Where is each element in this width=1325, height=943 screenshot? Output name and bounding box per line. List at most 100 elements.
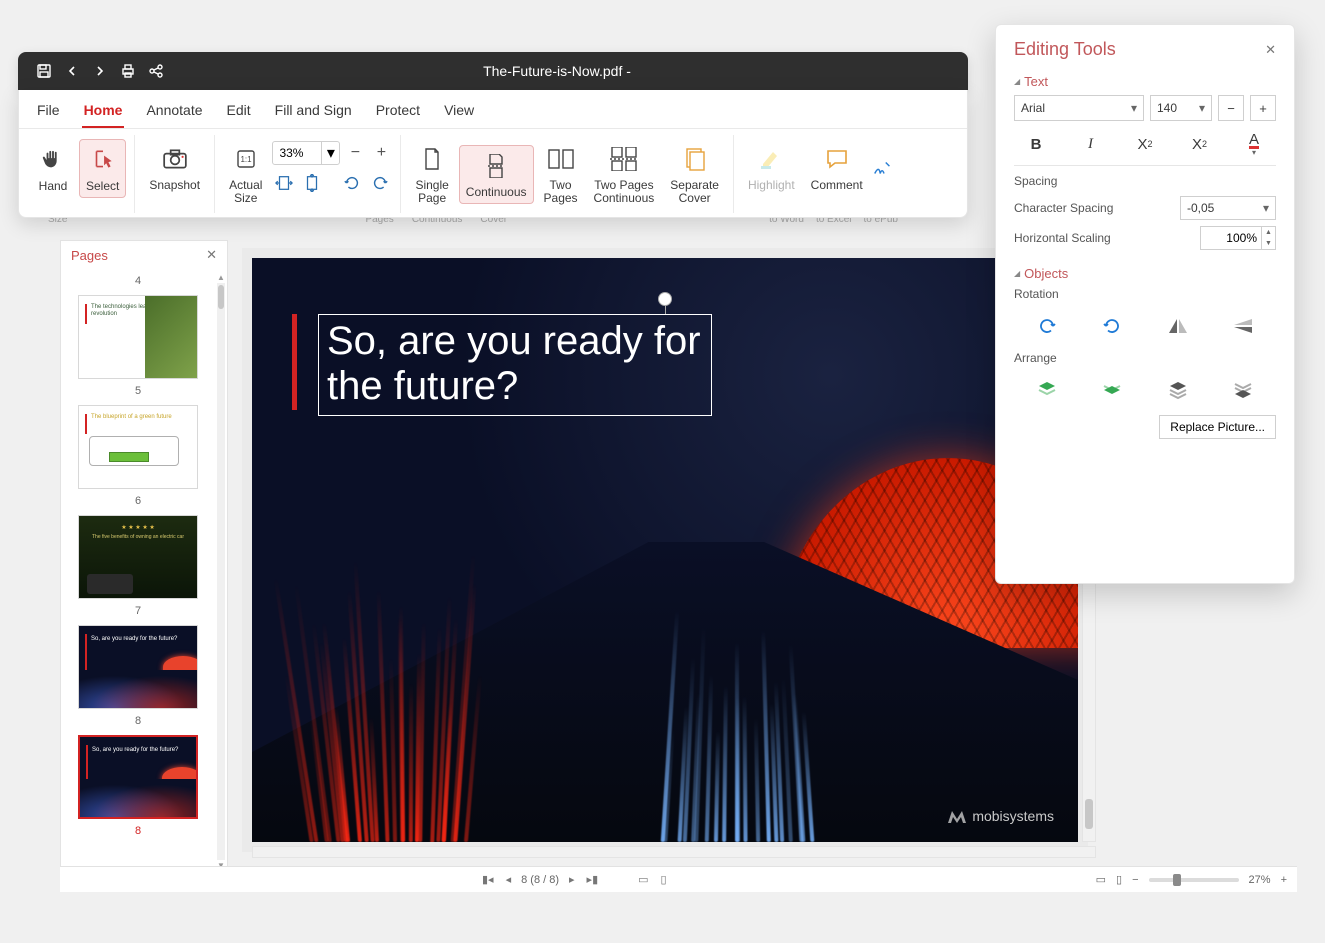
print-icon[interactable] [114, 57, 142, 85]
share-icon[interactable] [142, 57, 170, 85]
page-navigation: ▮◂ ◂ 8 (8 / 8) ▸ ▸▮ ▭ ▯ [480, 873, 669, 886]
page-thumbnail-8[interactable]: So, are you ready for the future? [78, 735, 198, 819]
rotate-ccw-button[interactable] [1092, 311, 1132, 341]
tab-fill-sign[interactable]: Fill and Sign [273, 98, 354, 128]
font-size-combobox[interactable]: 140 ▾ [1150, 95, 1212, 121]
comment-label: Comment [811, 179, 863, 192]
page-thumbnail-5[interactable]: The blueprint of a green future [78, 405, 198, 489]
snapshot-button[interactable]: Snapshot [143, 139, 206, 196]
rotate-cw-button[interactable] [1027, 311, 1067, 341]
close-icon[interactable]: ✕ [206, 247, 217, 263]
save-icon[interactable] [30, 57, 58, 85]
rotate-handle[interactable] [658, 292, 672, 306]
h-scaling-spinner[interactable]: ▲▼ [1200, 226, 1276, 250]
tab-view[interactable]: View [442, 98, 476, 128]
pages-scrollbar[interactable]: ▲ ▼ [217, 273, 225, 870]
page-thumbnail-7[interactable]: So, are you ready for the future? [78, 625, 198, 709]
zoom-slider[interactable] [1149, 878, 1239, 882]
two-pages-label: Two Pages [544, 179, 578, 205]
comment-button[interactable]: Comment [805, 139, 869, 196]
send-to-back-button[interactable] [1223, 375, 1263, 405]
separate-cover-button[interactable]: Separate Cover [664, 139, 725, 209]
actual-size-icon: 1:1 [230, 143, 262, 175]
spacing-heading: Spacing [1014, 174, 1276, 188]
last-page-button[interactable]: ▸▮ [585, 873, 601, 886]
rotate-cw-button[interactable] [368, 171, 392, 195]
page-thumbnail-6[interactable]: ★ ★ ★ ★ ★The five benefits of owning an … [78, 515, 198, 599]
text-edit-box[interactable]: So, are you ready for the future? [318, 314, 712, 416]
snapshot-label: Snapshot [149, 179, 200, 192]
h-scaling-input[interactable] [1201, 227, 1261, 249]
chevron-down-icon[interactable]: ▾ [1263, 201, 1269, 215]
chevron-down-icon[interactable]: ▾ [1199, 101, 1205, 115]
decrease-font-button[interactable]: − [1218, 95, 1244, 121]
increase-font-button[interactable]: + [1250, 95, 1276, 121]
spinner-up[interactable]: ▲ [1262, 227, 1275, 238]
zoom-input[interactable] [273, 146, 321, 160]
replace-picture-button[interactable]: Replace Picture... [1159, 415, 1276, 439]
zoom-in-button[interactable]: + [370, 141, 392, 165]
pages-scroll-area[interactable]: 4 The technologies leading the green rev… [61, 269, 227, 874]
section-objects[interactable]: ◢Objects [1014, 266, 1276, 281]
actual-size-button[interactable]: 1:1 Actual Size [223, 139, 268, 209]
page-view-icon[interactable]: ▭ [636, 873, 650, 886]
continuous-button[interactable]: Continuous [459, 145, 534, 204]
two-pages-button[interactable]: Two Pages [538, 139, 584, 209]
sign-button-partial[interactable] [873, 148, 893, 188]
tab-protect[interactable]: Protect [374, 98, 422, 128]
prev-page-button[interactable]: ◂ [504, 873, 514, 886]
undo-icon[interactable] [58, 57, 86, 85]
select-icon [87, 144, 119, 176]
zoom-out-status[interactable]: − [1132, 874, 1138, 886]
bring-to-front-button[interactable] [1027, 375, 1067, 405]
fit-page-button[interactable] [300, 171, 324, 195]
section-text[interactable]: ◢Text [1014, 74, 1276, 89]
tab-home[interactable]: Home [82, 98, 125, 128]
page-number: 7 [135, 605, 141, 617]
canvas-horizontal-scrollbar[interactable] [252, 846, 1096, 858]
single-page-button[interactable]: Single Page [409, 139, 454, 209]
highlight-button[interactable]: Highlight [742, 139, 801, 196]
rotate-ccw-button[interactable] [340, 171, 364, 195]
superscript-button[interactable]: X2 [1178, 131, 1222, 157]
zoom-percent: 27% [1249, 874, 1271, 886]
tab-annotate[interactable]: Annotate [144, 98, 204, 128]
page-view-alt-icon[interactable]: ▯ [659, 873, 669, 886]
two-pages-continuous-icon [608, 143, 640, 175]
page-thumbnail-4[interactable]: The technologies leading the green revol… [78, 295, 198, 379]
zoom-in-status[interactable]: + [1281, 874, 1287, 886]
font-color-button[interactable]: A ▾ [1232, 131, 1276, 157]
zoom-out-button[interactable]: − [344, 141, 366, 165]
chevron-down-icon[interactable]: ▾ [321, 142, 339, 164]
highlight-label: Highlight [748, 179, 795, 192]
subscript-button[interactable]: X2 [1123, 131, 1167, 157]
italic-button[interactable]: I [1069, 131, 1113, 157]
redo-icon[interactable] [86, 57, 114, 85]
fit-width-button[interactable] [272, 171, 296, 195]
bold-button[interactable]: B [1014, 131, 1058, 157]
tab-file[interactable]: File [35, 98, 62, 128]
camera-icon [159, 143, 191, 175]
fit-width-status-icon[interactable]: ▭ [1096, 873, 1106, 886]
flip-horizontal-button[interactable] [1158, 311, 1198, 341]
document-canvas[interactable]: So, are you ready for the future? mobisy… [252, 258, 1078, 842]
select-button[interactable]: Select [79, 139, 126, 198]
char-spacing-input[interactable]: -0,05▾ [1180, 196, 1276, 220]
hand-button[interactable]: Hand [31, 140, 75, 197]
send-backward-button[interactable] [1158, 375, 1198, 405]
close-icon[interactable]: ✕ [1265, 42, 1276, 58]
tab-edit[interactable]: Edit [225, 98, 253, 128]
chevron-down-icon[interactable]: ▾ [1131, 101, 1137, 115]
separate-cover-icon [679, 143, 711, 175]
two-pages-continuous-button[interactable]: Two Pages Continuous [588, 139, 661, 209]
fit-page-status-icon[interactable]: ▯ [1116, 873, 1122, 886]
accent-bar [292, 314, 297, 410]
next-page-button[interactable]: ▸ [567, 873, 577, 886]
spinner-down[interactable]: ▼ [1262, 238, 1275, 249]
bring-forward-button[interactable] [1092, 375, 1132, 405]
flip-vertical-button[interactable] [1223, 311, 1263, 341]
first-page-button[interactable]: ▮◂ [480, 873, 496, 886]
font-family-combobox[interactable]: Arial ▾ [1014, 95, 1144, 121]
zoom-combobox[interactable]: ▾ [272, 141, 340, 165]
hand-label: Hand [39, 180, 68, 193]
